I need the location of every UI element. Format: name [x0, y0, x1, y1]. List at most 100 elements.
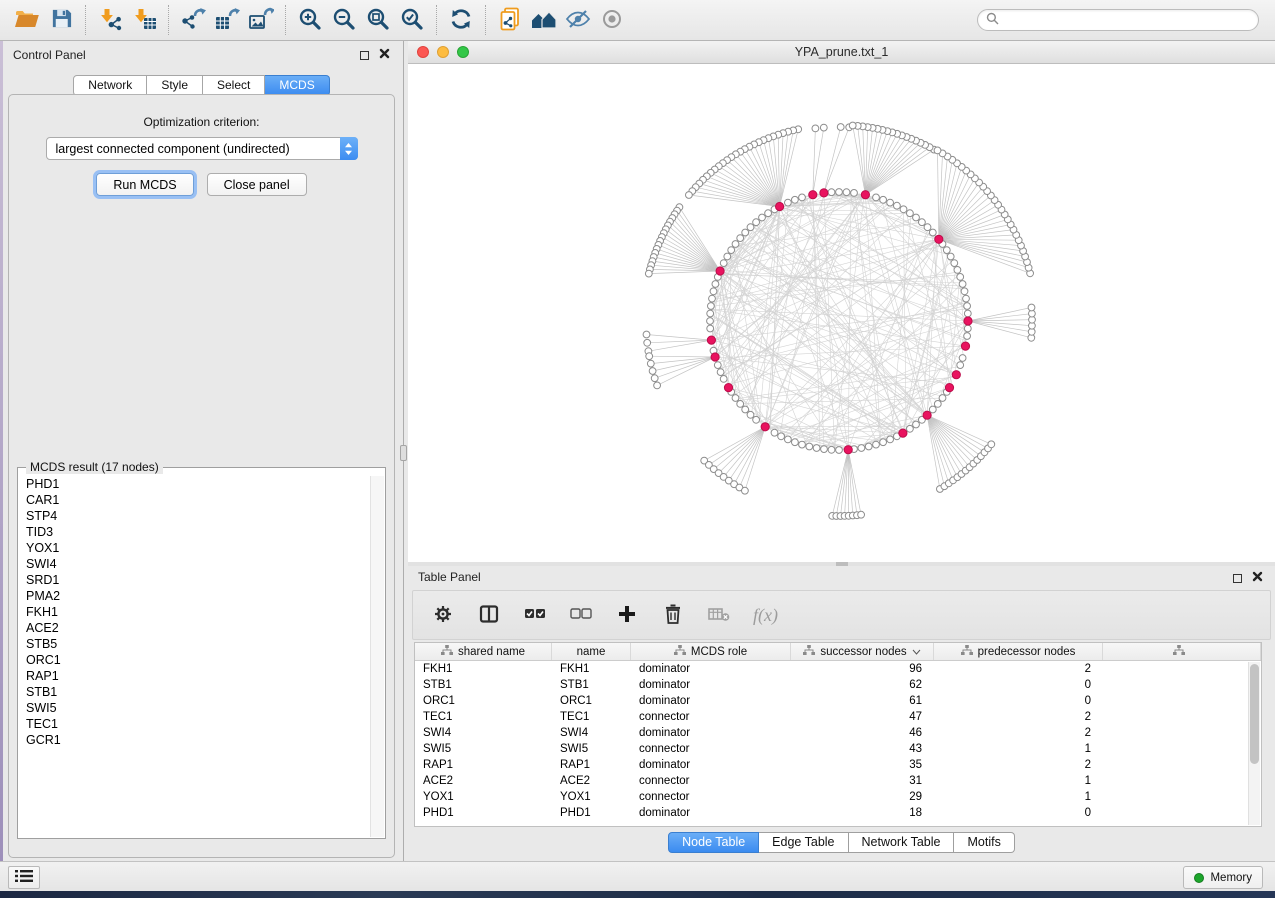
mcds-result-item[interactable]: PHD1: [19, 476, 370, 492]
export-table-button[interactable]: [210, 4, 244, 36]
mcds-result-item[interactable]: ACE2: [19, 620, 370, 636]
table-toolbar: f(x): [412, 590, 1271, 640]
select-all-button[interactable]: [523, 601, 547, 629]
memory-button[interactable]: Memory: [1183, 866, 1263, 889]
table-row[interactable]: PHD1PHD1dominator180: [415, 805, 1261, 821]
split-panel-button[interactable]: [477, 601, 501, 629]
optimization-criterion-label: Optimization criterion:: [9, 115, 394, 129]
float-table-panel-icon[interactable]: [1233, 574, 1242, 583]
export-image-button[interactable]: [244, 4, 278, 36]
close-table-panel-icon[interactable]: [1252, 571, 1263, 585]
open-session-button[interactable]: [10, 4, 44, 36]
save-icon: [50, 7, 73, 33]
vertical-splitter-handle[interactable]: [400, 445, 407, 461]
search-box[interactable]: [977, 9, 1259, 31]
table-row[interactable]: STB1STB1dominator620: [415, 677, 1261, 693]
tab-mcds[interactable]: MCDS: [265, 75, 329, 96]
mcds-result-item[interactable]: GCR1: [19, 732, 370, 748]
mcds-result-item[interactable]: TID3: [19, 524, 370, 540]
mcds-result-item[interactable]: RAP1: [19, 668, 370, 684]
zoom-selected-button[interactable]: [395, 4, 429, 36]
table-cell: 2: [934, 661, 1103, 677]
table-cell: ACE2: [552, 773, 631, 789]
mcds-result-item[interactable]: STB1: [19, 684, 370, 700]
mcds-result-item[interactable]: ORC1: [19, 652, 370, 668]
control-panel-header: Control Panel: [3, 41, 400, 67]
save-session-button[interactable]: [44, 4, 78, 36]
table-cell: dominator: [631, 693, 791, 709]
tab-network[interactable]: Network: [73, 75, 147, 96]
table-cell: ORC1: [415, 693, 552, 709]
table-row[interactable]: ORC1ORC1dominator610: [415, 693, 1261, 709]
tab-network-table[interactable]: Network Table: [849, 832, 955, 853]
tab-motifs[interactable]: Motifs: [954, 832, 1014, 853]
table-row[interactable]: YOX1YOX1connector291: [415, 789, 1261, 805]
network-canvas[interactable]: [408, 64, 1275, 562]
table-row[interactable]: RAP1RAP1dominator352: [415, 757, 1261, 773]
toolbar-separator: [485, 5, 486, 35]
column-header-predecessor-nodes[interactable]: predecessor nodes: [934, 643, 1103, 660]
hide-details-button[interactable]: [561, 4, 595, 36]
criterion-dropdown[interactable]: largest connected component (undirected): [46, 137, 358, 160]
table-cell: SWI5: [552, 741, 631, 757]
column-header-name[interactable]: name: [552, 643, 631, 660]
mcds-list-scrollbar[interactable]: [370, 476, 384, 837]
tab-node-table[interactable]: Node Table: [668, 832, 759, 853]
deselect-all-button[interactable]: [569, 601, 593, 629]
table-tabs: Node TableEdge TableNetwork TableMotifs: [408, 832, 1275, 853]
search-input[interactable]: [1004, 13, 1250, 27]
table-scrollbar-thumb[interactable]: [1250, 664, 1259, 764]
mcds-result-item[interactable]: STP4: [19, 508, 370, 524]
table-options-button[interactable]: [431, 601, 455, 629]
network-graph[interactable]: [408, 64, 1275, 562]
tab-select[interactable]: Select: [203, 75, 265, 96]
import-table-button[interactable]: [127, 4, 161, 36]
mcds-result-item[interactable]: SRD1: [19, 572, 370, 588]
hide-eye-icon: [565, 7, 591, 34]
mcds-result-item[interactable]: SWI4: [19, 556, 370, 572]
list-icon: [15, 869, 33, 886]
mcds-result-item[interactable]: SWI5: [19, 700, 370, 716]
export-image-icon: [248, 7, 274, 34]
mcds-result-item[interactable]: FKH1: [19, 604, 370, 620]
delete-columns-button[interactable]: [661, 601, 685, 629]
zoom-in-icon: [298, 7, 322, 34]
column-header-shared-name[interactable]: shared name: [415, 643, 552, 660]
mcds-result-item[interactable]: PMA2: [19, 588, 370, 604]
column-header-successor-nodes[interactable]: successor nodes: [791, 643, 934, 660]
zoom-in-button[interactable]: [293, 4, 327, 36]
column-header-extra[interactable]: [1103, 643, 1261, 660]
tab-edge-table[interactable]: Edge Table: [759, 832, 848, 853]
table-row[interactable]: FKH1FKH1dominator962: [415, 661, 1261, 677]
houses-button[interactable]: [527, 4, 561, 36]
mcds-result-item[interactable]: TEC1: [19, 716, 370, 732]
table-row[interactable]: ACE2ACE2connector311: [415, 773, 1261, 789]
zoom-out-button[interactable]: [327, 4, 361, 36]
close-panel-icon[interactable]: [379, 48, 390, 62]
share-document-button[interactable]: [493, 4, 527, 36]
import-network-button[interactable]: [93, 4, 127, 36]
zoom-fit-button[interactable]: [361, 4, 395, 36]
export-network-button[interactable]: [176, 4, 210, 36]
tab-style[interactable]: Style: [147, 75, 203, 96]
table-scrollbar[interactable]: [1248, 662, 1260, 825]
column-header-MCDS-role[interactable]: MCDS role: [631, 643, 791, 660]
mcds-result-item[interactable]: YOX1: [19, 540, 370, 556]
table-row[interactable]: SWI4SWI4dominator462: [415, 725, 1261, 741]
panel-list-button[interactable]: [8, 866, 40, 889]
column-label: MCDS role: [691, 646, 747, 658]
table-row[interactable]: SWI5SWI5connector431: [415, 741, 1261, 757]
share-document-icon: [498, 7, 522, 34]
float-panel-icon[interactable]: [360, 51, 369, 60]
mcds-result-item[interactable]: STB5: [19, 636, 370, 652]
run-mcds-button[interactable]: Run MCDS: [96, 173, 193, 196]
vertical-splitter[interactable]: [400, 41, 408, 861]
add-column-button[interactable]: [615, 601, 639, 629]
table-cell: 2: [934, 757, 1103, 773]
table-row[interactable]: TEC1TEC1connector472: [415, 709, 1261, 725]
refresh-button[interactable]: [444, 4, 478, 36]
mcds-result-item[interactable]: CAR1: [19, 492, 370, 508]
mcds-result-title: MCDS result (17 nodes): [26, 460, 163, 474]
show-details-button[interactable]: [595, 4, 629, 36]
close-panel-button[interactable]: Close panel: [207, 173, 307, 196]
